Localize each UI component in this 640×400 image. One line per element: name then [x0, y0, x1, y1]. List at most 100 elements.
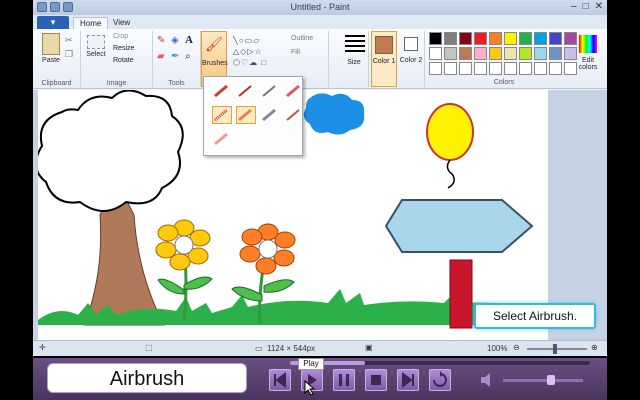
balloon-string: [446, 159, 455, 189]
brush-option-calligraphy2[interactable]: [260, 82, 280, 100]
palette-swatch[interactable]: [549, 32, 562, 45]
clipboard-group: Paste ✂ ❐ Clipboard: [33, 31, 81, 87]
zoom-slider[interactable]: [527, 348, 587, 350]
playback-progress[interactable]: [290, 361, 590, 365]
replay-button[interactable]: [429, 369, 451, 391]
tree-trunk: [83, 194, 165, 326]
maximize-icon[interactable]: □: [583, 1, 589, 12]
palette-swatch[interactable]: [474, 62, 487, 75]
copy-icon[interactable]: ❐: [65, 49, 73, 60]
zoom-slider-thumb[interactable]: [553, 344, 557, 354]
brush-option-watercolor[interactable]: [212, 130, 232, 148]
palette-swatch[interactable]: [429, 47, 442, 60]
volume-icon[interactable]: [479, 372, 497, 393]
fill-button[interactable]: Fill: [291, 49, 300, 56]
palette-swatch[interactable]: [534, 62, 547, 75]
file-menu-button[interactable]: ▾: [37, 16, 69, 29]
close-icon[interactable]: ✕: [595, 1, 603, 12]
resize-button[interactable]: Resize: [113, 45, 134, 52]
text-icon[interactable]: A: [185, 34, 193, 46]
volume-slider[interactable]: [503, 379, 583, 382]
disk-icon: ▣: [365, 343, 373, 352]
step-caption: Airbrush: [47, 363, 247, 393]
palette-swatch[interactable]: [444, 32, 457, 45]
tools-group: ✎ ◈ A ▰ ✒ ⌕ Tools: [153, 31, 201, 87]
previous-button[interactable]: [269, 369, 291, 391]
pause-button[interactable]: [333, 369, 355, 391]
palette-swatch[interactable]: [444, 47, 457, 60]
sign-post: [449, 259, 473, 329]
palette-swatch[interactable]: [504, 32, 517, 45]
select-button[interactable]: Select: [83, 35, 109, 58]
outline-button[interactable]: Outline: [291, 35, 313, 42]
palette-swatch[interactable]: [474, 32, 487, 45]
palette-swatch[interactable]: [474, 47, 487, 60]
rainbow-icon: [579, 35, 597, 53]
ribbon: Paste ✂ ❐ Clipboard Select Crop Resize R…: [33, 29, 607, 89]
pencil-icon[interactable]: ✎: [157, 35, 165, 46]
palette-swatch[interactable]: [429, 32, 442, 45]
brush-option-pencil[interactable]: [284, 106, 304, 124]
palette-swatch[interactable]: [504, 62, 517, 75]
fill-icon[interactable]: ◈: [171, 35, 179, 46]
palette-swatch[interactable]: [429, 62, 442, 75]
scissors-icon[interactable]: ✂: [65, 35, 73, 46]
zoom-in-button[interactable]: ⊕: [591, 343, 598, 352]
palette-swatch[interactable]: [489, 32, 502, 45]
palette-swatch[interactable]: [489, 62, 502, 75]
yellow-balloon: [426, 103, 474, 161]
ribbon-tabs: ▾ Home View: [33, 15, 607, 29]
stop-button[interactable]: [365, 369, 387, 391]
brush-stroke-icon: [214, 84, 228, 98]
palette-swatch[interactable]: [519, 32, 532, 45]
rotate-button[interactable]: Rotate: [113, 57, 134, 64]
palette-swatch[interactable]: [489, 47, 502, 60]
brush-option-marker[interactable]: [260, 106, 280, 124]
color1-swatch: [375, 36, 393, 54]
palette-swatch[interactable]: [549, 62, 562, 75]
paste-button[interactable]: Paste: [39, 33, 63, 64]
brush-option-calligraphy1[interactable]: [236, 82, 256, 100]
palette-swatch[interactable]: [534, 47, 547, 60]
size-button[interactable]: Size: [339, 31, 369, 87]
palette-swatch[interactable]: [534, 32, 547, 45]
color2-button[interactable]: Color 2: [399, 31, 425, 87]
volume-slider-thumb[interactable]: [547, 375, 555, 385]
window-controls: – □ ✕: [571, 1, 603, 12]
eraser-icon[interactable]: ▰: [157, 51, 165, 62]
zoom-out-button[interactable]: ⊖: [513, 343, 520, 352]
calligraphy-icon: [262, 85, 276, 97]
brush-option-oil[interactable]: [284, 82, 304, 100]
palette-swatch[interactable]: [519, 47, 532, 60]
brush-option-airbrush[interactable]: [212, 106, 232, 124]
palette-swatch[interactable]: [549, 47, 562, 60]
next-button[interactable]: [397, 369, 419, 391]
brush-option-brush[interactable]: [212, 82, 232, 100]
color-picker-icon[interactable]: ✒: [171, 51, 179, 62]
crop-button[interactable]: Crop: [113, 33, 128, 40]
zoom-level: 100%: [487, 344, 508, 353]
brush-icon: 🖌: [205, 36, 223, 52]
replay-icon: [433, 371, 447, 387]
play-tooltip: Play: [298, 358, 324, 370]
palette-swatch[interactable]: [504, 47, 517, 60]
palette-swatch[interactable]: [459, 62, 472, 75]
tree-crown: [35, 89, 184, 212]
palette-swatch[interactable]: [459, 32, 472, 45]
palette-swatch[interactable]: [444, 62, 457, 75]
brush-option-crayon[interactable]: [236, 106, 256, 124]
tab-view[interactable]: View: [107, 17, 136, 29]
minimize-icon[interactable]: –: [571, 1, 577, 12]
yellow-flower-center: [174, 235, 194, 255]
tab-home[interactable]: Home: [73, 17, 109, 29]
pause-icon: [339, 374, 349, 386]
palette-swatch[interactable]: [519, 62, 532, 75]
blue-cloud: [303, 93, 365, 135]
color1-button[interactable]: Color 1: [371, 31, 397, 87]
palette-swatch[interactable]: [459, 47, 472, 60]
watercolor-icon: [214, 132, 228, 146]
shapes-gallery[interactable]: ╲○▭▱ △◇▷☆ ⬡♡☁ □: [233, 35, 285, 71]
magnifier-icon[interactable]: ⌕: [185, 51, 191, 62]
screen: Untitled - Paint – □ ✕ ▾ Home View Paste…: [0, 0, 640, 400]
previous-icon: [274, 372, 286, 388]
